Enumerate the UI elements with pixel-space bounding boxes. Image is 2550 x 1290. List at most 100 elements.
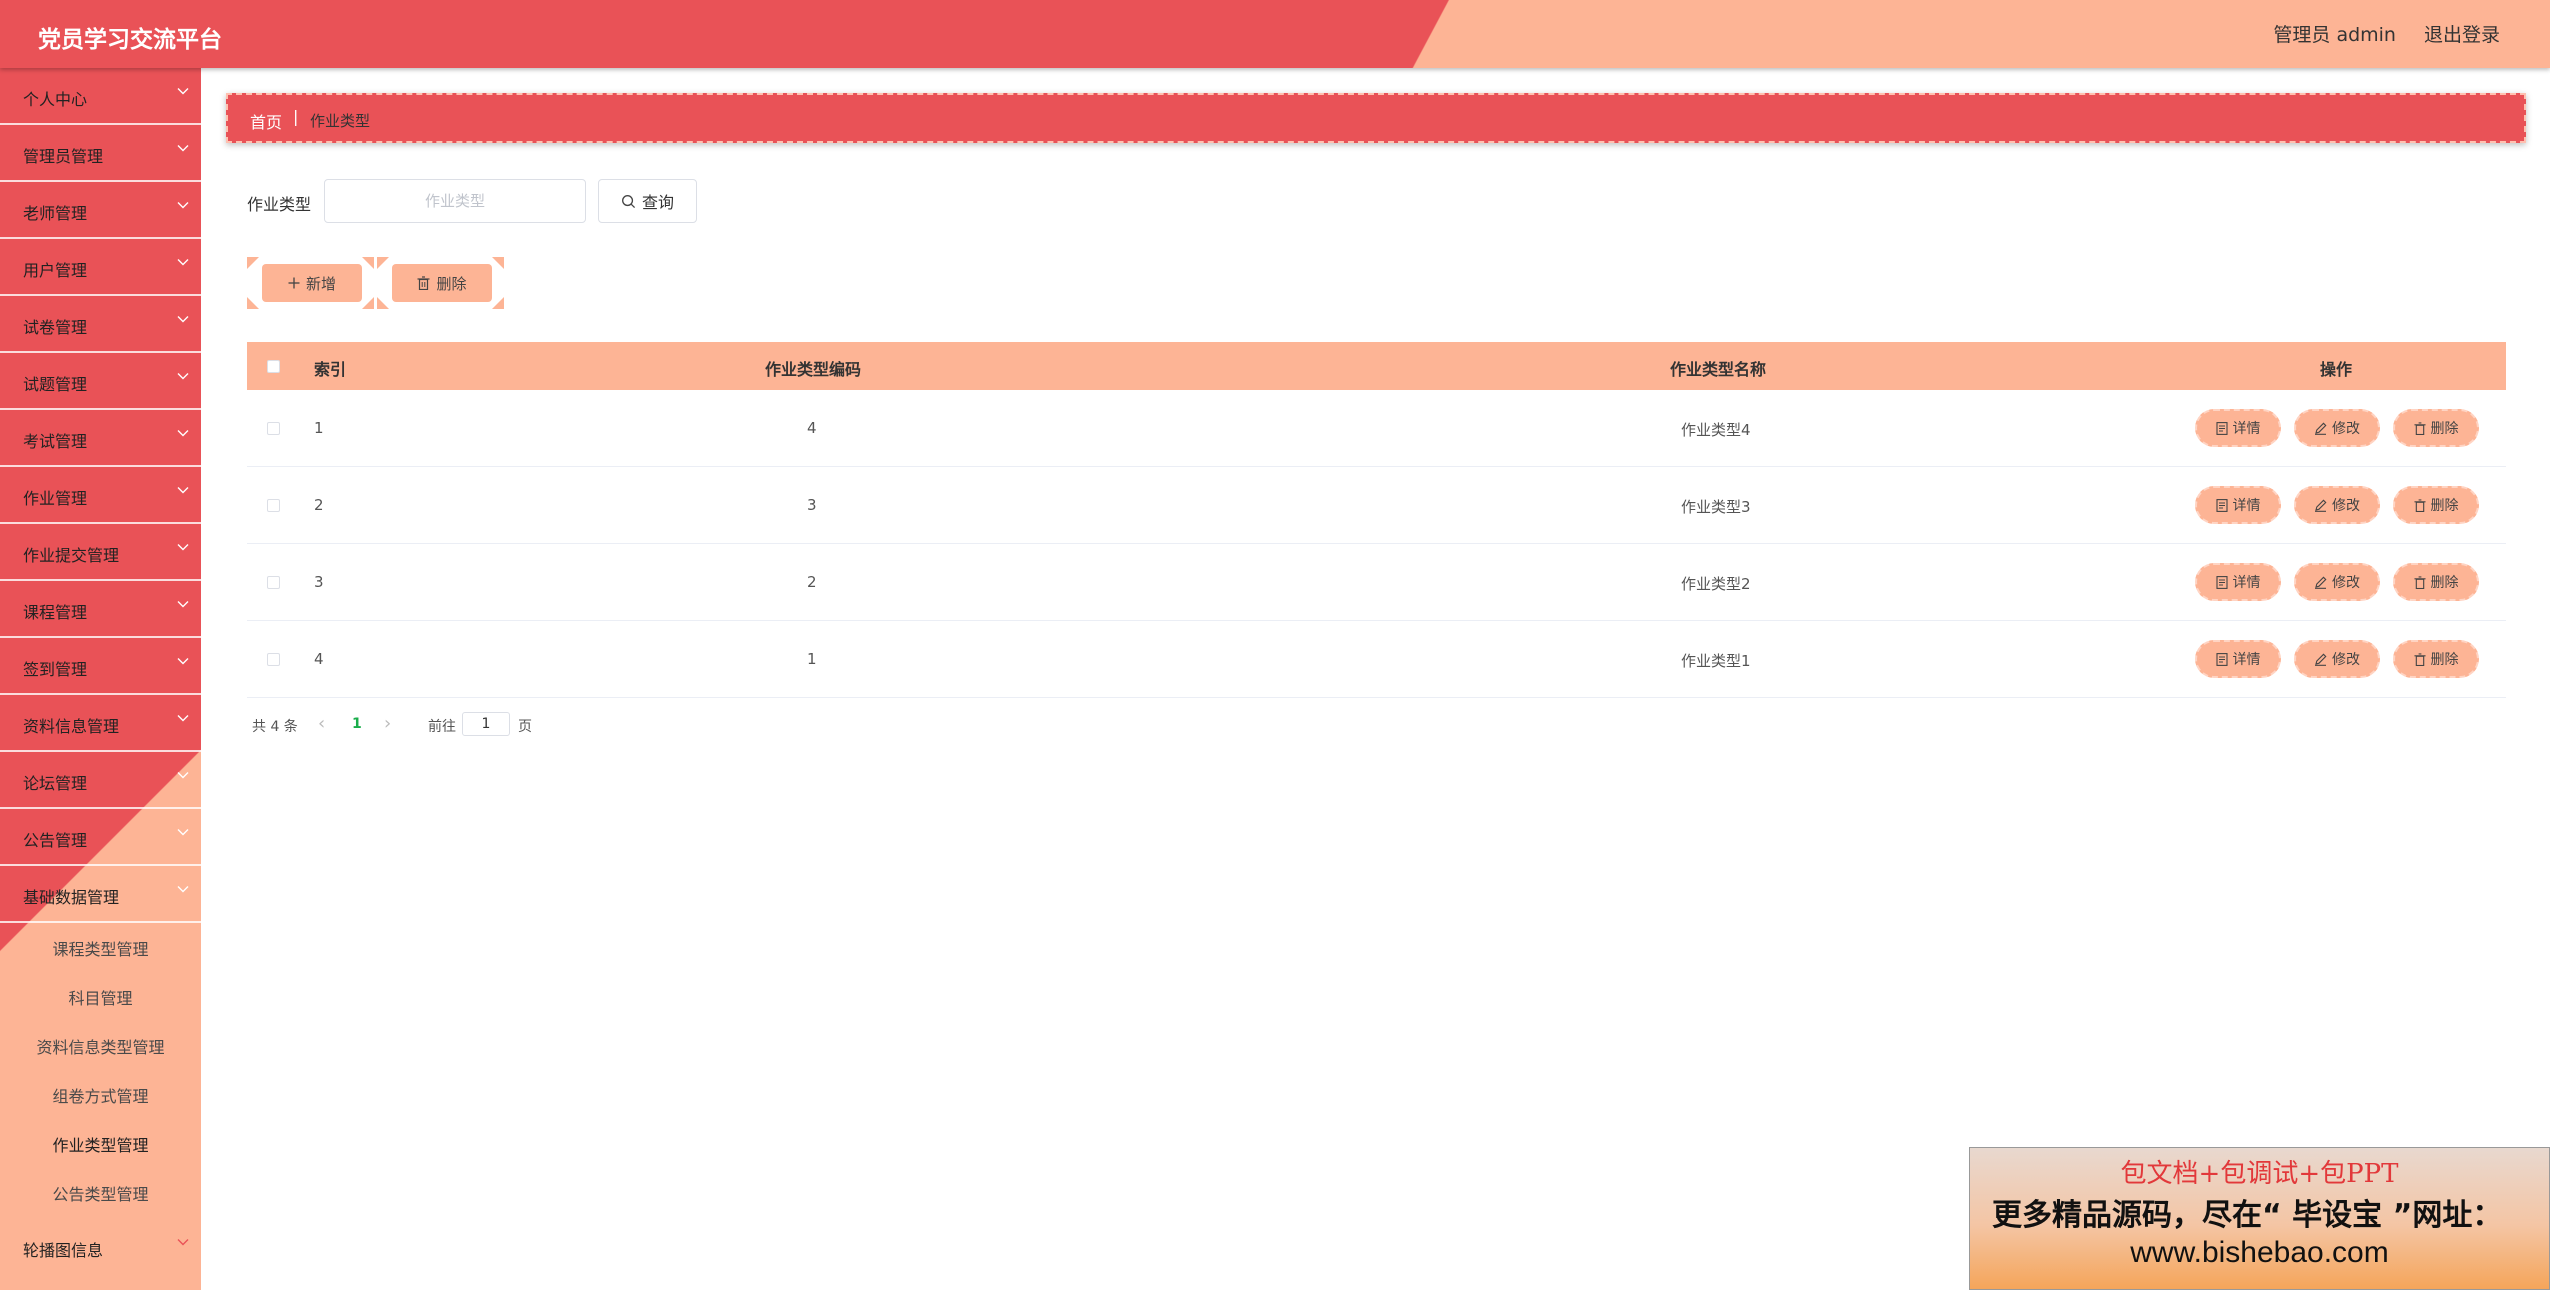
cell-name: 作业类型3 xyxy=(1681,498,1751,516)
delete-button-label: 删除 xyxy=(2430,575,2459,591)
page-suffix: 页 xyxy=(518,719,532,735)
edit-button[interactable]: 修改 xyxy=(2294,563,2380,601)
sidebar-subitem[interactable]: 公告类型管理 xyxy=(0,1170,201,1219)
breadcrumb-current: 作业类型 xyxy=(310,112,371,130)
prev-page-button[interactable]: ‹ xyxy=(318,713,325,734)
chevron-down-icon xyxy=(177,543,189,551)
sidebar-subitem[interactable]: 资料信息类型管理 xyxy=(0,1023,201,1072)
sidebar-item[interactable]: 资料信息管理 xyxy=(0,697,201,752)
sidebar-item-label: 试卷管理 xyxy=(23,318,88,337)
delete-button-corner xyxy=(377,257,389,269)
goto-page-input[interactable] xyxy=(462,712,510,736)
sidebar-item[interactable]: 用户管理 xyxy=(0,241,201,296)
sidebar-item[interactable]: 论坛管理 xyxy=(0,754,201,809)
table-body: 1 4 作业类型4 详情 修改 删除 2 3 作业类型3 详情 修改 删除 3 2 作业类型2 详情 修改 删除 4… xyxy=(247,390,2506,698)
sidebar-subitem[interactable]: 组卷方式管理 xyxy=(0,1072,201,1121)
delete-button[interactable]: 删除 xyxy=(2393,563,2479,601)
logout-button[interactable]: 退出登录 xyxy=(2424,20,2500,47)
sidebar-item[interactable]: 作业管理 xyxy=(0,469,201,524)
document-icon xyxy=(2215,498,2228,512)
promo-banner: 包文档+包调试+包PPT 更多精品源码，尽在“ 毕设宝 ”网址： www.bis… xyxy=(1969,1147,2550,1290)
edit-icon xyxy=(2314,576,2327,589)
detail-button-label: 详情 xyxy=(2232,498,2261,514)
detail-button[interactable]: 详情 xyxy=(2195,640,2281,678)
sidebar-item[interactable]: 试题管理 xyxy=(0,355,201,410)
chevron-down-icon xyxy=(177,372,189,380)
row-checkbox[interactable] xyxy=(267,653,280,666)
query-button[interactable]: 查询 xyxy=(598,179,697,223)
promo-line-2: 更多精品源码，尽在“ 毕设宝 ”网址： xyxy=(1992,1198,2503,1233)
sidebar-item[interactable]: 轮播图信息 xyxy=(0,1221,201,1276)
sidebar-submenu: 课程类型管理 科目管理 资料信息类型管理 组卷方式管理 作业类型管理 公告类型管理 xyxy=(0,923,201,1219)
edit-button-label: 修改 xyxy=(2332,575,2360,591)
current-page-number[interactable]: 1 xyxy=(352,716,362,732)
select-all-checkbox[interactable] xyxy=(267,360,280,373)
cell-name: 作业类型1 xyxy=(1681,652,1751,670)
sidebar-item[interactable]: 考试管理 xyxy=(0,412,201,467)
sidebar-subitem[interactable]: 科目管理 xyxy=(0,974,201,1023)
promo-line-1: 包文档+包调试+包PPT xyxy=(2120,1159,2399,1189)
cell-index: 1 xyxy=(314,419,324,437)
delete-button[interactable]: 删除 xyxy=(2393,409,2479,447)
delete-button-corner xyxy=(377,297,389,309)
header-user-area: 管理员 admin 退出登录 xyxy=(2273,20,2500,47)
delete-button-label: 删除 xyxy=(2430,421,2459,437)
delete-button[interactable]: 删除 xyxy=(2393,486,2479,524)
sidebar-item[interactable]: 基础数据管理 xyxy=(0,868,201,923)
table-row: 1 4 作业类型4 详情 修改 删除 xyxy=(247,390,2506,467)
sidebar-item-label: 管理员管理 xyxy=(23,147,104,166)
table-row: 4 1 作业类型1 详情 修改 删除 xyxy=(247,621,2506,698)
row-checkbox[interactable] xyxy=(267,576,280,589)
edit-button[interactable]: 修改 xyxy=(2294,640,2380,678)
sidebar-item[interactable]: 管理员管理 xyxy=(0,127,201,182)
search-input[interactable] xyxy=(324,179,586,223)
cell-code: 3 xyxy=(807,496,817,514)
batch-delete-button[interactable]: 删除 xyxy=(392,264,492,302)
edit-button[interactable]: 修改 xyxy=(2294,409,2380,447)
edit-button-label: 修改 xyxy=(2332,421,2360,437)
cell-code: 1 xyxy=(807,650,817,668)
cell-index: 3 xyxy=(314,573,324,591)
sidebar-item-label: 论坛管理 xyxy=(23,774,88,793)
sidebar-menu: 个人中心 管理员管理 老师管理 用户管理 试卷管理 试题管理 考试管理 作业管理 作业提交管理课… xyxy=(0,70,201,1276)
chevron-down-icon xyxy=(177,258,189,266)
sidebar-item[interactable]: 作业提交管理 xyxy=(0,526,201,581)
user-label[interactable]: 管理员 admin xyxy=(2273,20,2396,47)
cell-index: 4 xyxy=(314,650,324,668)
sidebar-item[interactable]: 老师管理 xyxy=(0,184,201,239)
document-icon xyxy=(2215,421,2228,435)
sidebar-item[interactable]: 个人中心 xyxy=(0,70,201,125)
breadcrumb: 首页 | 作业类型 xyxy=(226,93,2526,143)
add-button-corner xyxy=(247,257,259,269)
sidebar-subitem[interactable]: 课程类型管理 xyxy=(0,925,201,974)
edit-button[interactable]: 修改 xyxy=(2294,486,2380,524)
table-header: 索引 作业类型编码 作业类型名称 操作 xyxy=(247,342,2506,390)
sidebar-item[interactable]: 试卷管理 xyxy=(0,298,201,353)
chevron-down-icon xyxy=(177,486,189,494)
sidebar-item[interactable]: 签到管理 xyxy=(0,640,201,695)
detail-button[interactable]: 详情 xyxy=(2195,409,2281,447)
breadcrumb-home[interactable]: 首页 xyxy=(250,109,282,133)
sidebar-item[interactable]: 课程管理 xyxy=(0,583,201,638)
delete-button-label: 删除 xyxy=(2430,652,2459,668)
sidebar-subitem[interactable]: 作业类型管理 xyxy=(0,1121,201,1170)
delete-button[interactable]: 删除 xyxy=(2393,640,2479,678)
row-checkbox[interactable] xyxy=(267,422,280,435)
sidebar-item-label: 老师管理 xyxy=(23,204,88,223)
column-header-index: 索引 xyxy=(314,360,347,379)
search-label: 作业类型 xyxy=(247,195,312,214)
goto-label: 前往 xyxy=(428,719,456,735)
sidebar-item[interactable]: 公告管理 xyxy=(0,811,201,866)
next-page-button[interactable]: › xyxy=(384,713,391,734)
sidebar-item-label: 公告管理 xyxy=(23,831,88,850)
add-button[interactable]: 新增 xyxy=(262,264,362,302)
table-row: 2 3 作业类型3 详情 修改 删除 xyxy=(247,467,2506,544)
document-icon xyxy=(2215,652,2228,666)
detail-button[interactable]: 详情 xyxy=(2195,563,2281,601)
detail-button[interactable]: 详情 xyxy=(2195,486,2281,524)
sidebar-item-label: 个人中心 xyxy=(23,90,88,109)
breadcrumb-separator: | xyxy=(293,107,299,126)
row-checkbox[interactable] xyxy=(267,499,280,512)
cell-code: 2 xyxy=(807,573,817,591)
detail-button-label: 详情 xyxy=(2232,652,2261,668)
